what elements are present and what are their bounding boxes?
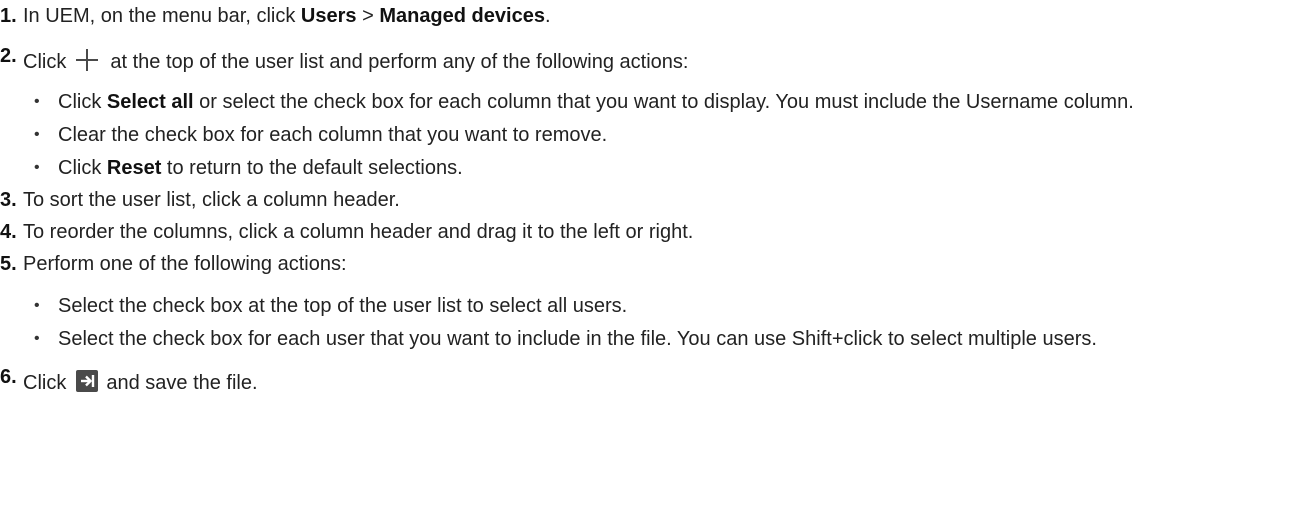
step-number: 2.: [0, 45, 17, 67]
step-number: 3.: [0, 189, 17, 211]
text-run: to return to the default selections.: [161, 157, 463, 179]
menu-managed-devices: Managed devices: [379, 5, 545, 27]
text-run: Select the check box for each user that …: [58, 328, 1097, 350]
text-run: Click: [58, 91, 107, 113]
list-item: • Select the check box at the top of the …: [34, 292, 1302, 320]
reset-label: Reset: [106, 157, 162, 179]
bullet: •: [34, 297, 40, 314]
document-body: 1. In UEM, on the menu bar, click Users …: [0, 0, 1302, 397]
text-run: .: [544, 5, 551, 27]
text-run: >: [356, 5, 380, 27]
export-icon: [76, 370, 99, 392]
text-run: Click: [58, 157, 107, 179]
step-text: Perform one of the following actions:: [23, 253, 347, 275]
text-run: or select the check box for each column …: [193, 91, 1134, 113]
bullet: •: [34, 159, 40, 176]
step-text: Click at the top of the user list and per…: [23, 48, 1302, 76]
step-text: Click and save the file.: [23, 369, 1302, 397]
text-run: Click: [23, 51, 67, 73]
text-run: at the top of the user list and perform …: [110, 51, 689, 73]
step-2: 2. Click at the top of the user list and …: [0, 38, 1302, 76]
text-run: Clear the check box for each column that…: [58, 124, 608, 146]
list-item: • Click Reset to return to the default se…: [34, 154, 1302, 182]
step-6: 6. Click and save the file.: [0, 357, 1302, 397]
bullet: •: [34, 330, 40, 347]
select-all-label: Select all: [106, 91, 194, 113]
text-run: Click: [23, 372, 67, 394]
step-text: To reorder the columns, click a column h…: [23, 221, 694, 243]
step-number: 1.: [0, 5, 17, 27]
step-text: To sort the user list, click a column he…: [23, 189, 400, 211]
list-item: • Click Select all or select the check bo…: [34, 88, 1302, 116]
step-number: 5.: [0, 253, 17, 275]
text-run: Select the check box at the top of the u…: [58, 295, 628, 317]
bullet: •: [34, 93, 40, 110]
step-4: 4. To reorder the columns, click a colum…: [0, 218, 1302, 246]
list-item: • Select the check box for each user that…: [34, 325, 1302, 353]
step-5: 5. Perform one of the following actions:: [0, 250, 1302, 278]
step-1: 1. In UEM, on the menu bar, click Users …: [0, 2, 1302, 30]
plus-icon: [76, 49, 99, 71]
bullet: •: [34, 126, 40, 143]
step-3: 3. To sort the user list, click a column…: [0, 186, 1302, 214]
step-text: In UEM, on the menu bar, click Users > M…: [23, 2, 1302, 30]
text-run: and save the file.: [106, 372, 258, 394]
step-2-actions: • Click Select all or select the check bo…: [0, 88, 1302, 182]
step-number: 4.: [0, 221, 17, 243]
menu-users: Users: [300, 5, 357, 27]
list-item: • Clear the check box for each column tha…: [34, 121, 1302, 149]
text-run: In UEM, on the menu bar, click: [23, 5, 301, 27]
step-number: 6.: [0, 366, 17, 388]
step-5-actions: • Select the check box at the top of the …: [0, 292, 1302, 353]
